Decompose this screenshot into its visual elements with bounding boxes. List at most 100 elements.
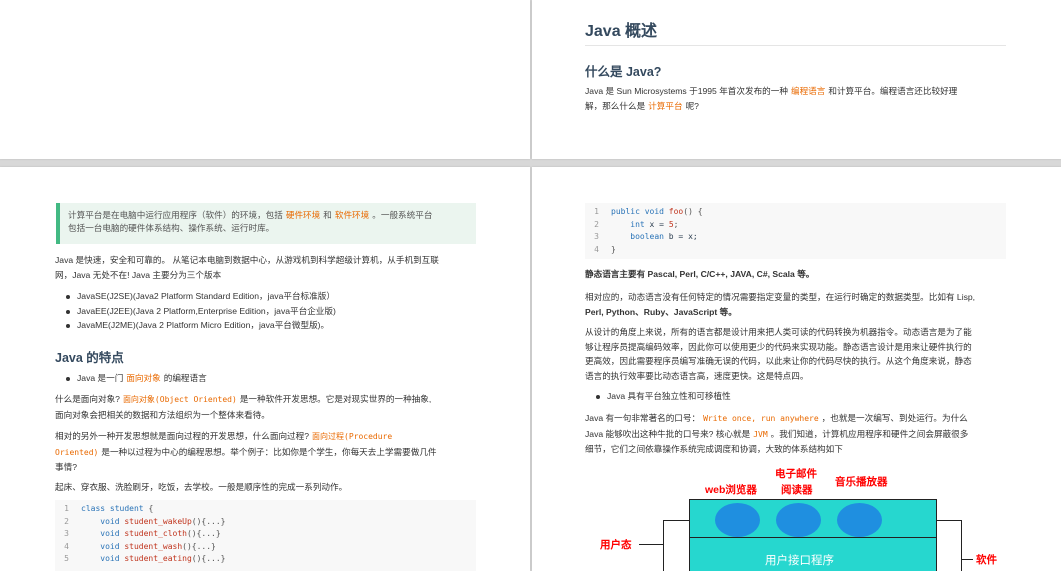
code-line: 2 int x = 5;: [585, 219, 1006, 232]
software-bracket-vertical: [961, 520, 962, 571]
code-line: 5 void student_eating(){...}: [55, 553, 476, 566]
section-title-features: Java 的特点: [55, 351, 124, 365]
code-text: void student_wakeUp(){...}: [81, 516, 226, 529]
po-line-2: Oriented) 是一种以过程为中心的编程思想。举个例子：比如你是个学生，你每天…: [55, 445, 480, 461]
os-architecture-diagram: web浏览器 电子邮件 阅读器 音乐播放器 用户接口程序 用户态 软件: [592, 462, 1012, 571]
code-token: void: [100, 554, 120, 564]
label-reader: 阅读器: [781, 484, 813, 496]
diagram-email-ellipse: [776, 503, 821, 537]
code-token: foo: [668, 207, 684, 216]
code-text: public void foo() {: [611, 206, 703, 219]
software-pointer-line: [961, 559, 973, 560]
po-line-1: 相对的另外一种开发思想就是面向过程的开发思想，什么面向过程? 面向过程(Proce…: [55, 429, 480, 445]
list-item-javase: JavaSE(J2SE)(Java2 Platform Standard Edi…: [57, 289, 477, 304]
code-token: student_wakeUp: [119, 516, 192, 526]
code-token: student_wash: [119, 541, 183, 551]
dynamic-line-2: Perl, Python、Ruby、JavaScript 等。: [585, 306, 737, 317]
link-software-env[interactable]: 软件环境: [332, 210, 372, 220]
po-paragraph: 相对的另外一种开发思想就是面向过程的开发思想，什么面向过程? 面向过程(Proce…: [55, 429, 480, 475]
code-token: b = x;: [663, 232, 698, 242]
design-line-2: 够让程序员提高编码效率，因此你可以使用更少的代码来实现功能。静态语言设计是用来让…: [585, 341, 972, 352]
list-item-javame: JavaME(J2ME)(Java 2 Platform Micro Editi…: [57, 318, 477, 333]
po-line-3: 事情?: [55, 462, 77, 472]
page-bottom-left: 计算平台是在电脑中运行应用程序（软件）的环境，包括 硬件环境和软件环境 。一般系统平…: [0, 167, 530, 571]
design-line-1: 从设计的角度上来说，所有的语言都是设计用来把人类可读的代码转换为机器指令。动态语…: [585, 327, 972, 337]
dynamic-languages-paragraph: 相对应的，动态语言没有任何特定的情况需要指定变量的类型，在运行时确定的数据类型。…: [585, 290, 1010, 319]
tip-line-1: 计算平台是在电脑中运行应用程序（软件）的环境，包括 硬件环境和软件环境 。一般系统平…: [68, 209, 466, 222]
user-mode-bracket-vertical: [663, 520, 664, 571]
page-title: Java 概述: [585, 23, 658, 40]
code-token: void: [100, 516, 120, 526]
inline-code-object-oriented: 面向对象(Object Oriented): [122, 395, 237, 404]
line-number: 4: [594, 244, 599, 254]
label-ui-program: 用户接口程序: [765, 555, 834, 567]
design-paragraph: 从设计的角度上来说，所有的语言都是设计用来把人类可读的代码转换为机器指令。动态语…: [585, 325, 1010, 383]
code-text: void student_wash(){...}: [81, 541, 216, 554]
title-divider: [585, 45, 1006, 46]
po-text-2: 是一种以过程为中心的编程思想。举个例子：比如你是个学生，你每天去上学需要做几件: [101, 446, 437, 457]
code-text: int x = 5;: [611, 219, 678, 232]
code-block-student: 1 class student {2 void student_wakeUp(){…: [55, 500, 476, 571]
inline-code-slogan: Write once, run anywhere: [703, 414, 819, 423]
intro-paragraph: Java 是 Sun Microsystems 于1995 年首次发布的一种 编程…: [585, 84, 1010, 113]
intro-line-1: Java 是 Sun Microsystems 于1995 年首次发布的一种 编程…: [585, 84, 1010, 99]
code-line: 4}: [585, 244, 1006, 257]
intro-text-2: 和计算平台。编程语言还比较好理: [828, 86, 958, 96]
code-token: student_cloth: [119, 529, 187, 539]
user-mode-pointer-line: [639, 544, 663, 545]
code-token: (){...}: [186, 529, 221, 539]
label-web-browser: web浏览器: [705, 484, 757, 496]
line-number: 3: [594, 232, 599, 242]
platform-list: Java 具有平台独立性和可移植性: [587, 389, 1007, 404]
code-line: 3 boolean b = x;: [585, 231, 1006, 244]
tip-text-and: 和: [323, 210, 332, 220]
static-languages-paragraph: 静态语言主要有 Pascal, Perl, C/C++, JAVA, C#, S…: [585, 269, 815, 279]
label-user-mode: 用户态: [600, 539, 632, 551]
page-top-right: Java 概述 什么是 Java? Java 是 Sun Microsystem…: [532, 0, 1061, 159]
tip-text-2: 。一般系统平台: [372, 210, 433, 220]
slogan-paragraph: Java 有一句非常著名的口号： Write once, run anywhere…: [585, 411, 1010, 457]
oo-paragraph: 什么是面向对象? 面向对象(Object Oriented) 是一种软件开发思想。它…: [55, 392, 480, 422]
oo-line-1: 什么是面向对象? 面向对象(Object Oriented) 是一种软件开发思想。它…: [55, 392, 480, 408]
label-email: 电子邮件: [775, 468, 817, 480]
code-token: {: [143, 504, 154, 513]
code-text: void student_cloth(){...}: [81, 528, 221, 541]
dynamic-line-1: 相对应的，动态语言没有任何特定的情况需要指定变量的类型，在运行时确定的数据类型。…: [585, 292, 976, 302]
code-text: void student_eating(){...}: [81, 553, 226, 566]
line-number: 4: [64, 541, 69, 551]
code-token: student: [109, 504, 144, 513]
label-software: 软件: [976, 554, 997, 566]
intro-text-3: 解，那么什么是: [585, 100, 646, 111]
line-number: 1: [64, 504, 69, 513]
code-text: }: [611, 244, 616, 257]
slogan-line-2: Java 能够吹出这种牛批的口号来? 核心就是 JVM 。我们知道，计算机应用程序和…: [585, 427, 1010, 443]
code-token: }: [611, 244, 616, 254]
line-number: 2: [594, 219, 599, 229]
link-object-oriented[interactable]: 面向对象: [123, 373, 163, 383]
java-intro-line-1: Java 是快速，安全和可靠的。 从笔记本电脑到数据中心，从游戏机到科学超级计算…: [55, 255, 439, 265]
link-hardware-env[interactable]: 硬件环境: [283, 210, 323, 220]
inline-code-oriented: Oriented): [55, 447, 99, 457]
code-token: public void: [611, 207, 669, 216]
tip-callout: 计算平台是在电脑中运行应用程序（软件）的环境，包括 硬件环境和软件环境 。一般系统平…: [56, 203, 476, 244]
list-item-platform-independence: Java 具有平台独立性和可移植性: [587, 389, 1007, 404]
jvm-text-1: Java 能够吹出这种牛批的口号来? 核心就是: [585, 428, 751, 439]
code-line: 1 class student {: [55, 503, 476, 516]
link-computing-platform[interactable]: 计算平台: [645, 101, 685, 111]
code-token: (){...}: [182, 541, 216, 551]
oo-line-2: 面向对象会把相关的数据和方法组织为一个整体来看待。: [55, 409, 270, 420]
link-programming-language[interactable]: 编程语言: [788, 86, 828, 96]
code-token: (){...}: [191, 554, 226, 564]
inline-code-jvm: JVM: [753, 429, 768, 439]
code-token: (){...}: [191, 516, 226, 526]
slogan-line-1: Java 有一句非常著名的口号： Write once, run anywhere…: [585, 411, 1010, 427]
java-intro-line-2: 网，Java 无处不在! Java 主要分为三个版本: [55, 269, 222, 280]
intro-text-1: Java 是 Sun Microsystems 于1995 年首次发布的一种: [585, 86, 788, 96]
slogan-text-2: ，也就是一次编写、到处运行。为什么: [821, 413, 968, 423]
code-token: void: [100, 529, 120, 539]
